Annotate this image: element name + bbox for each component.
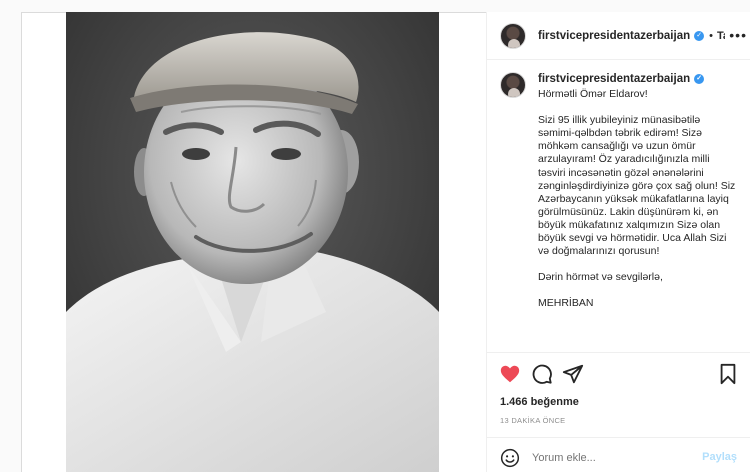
caption-paragraph: Hörmətli Ömər Eldarov! — [538, 88, 648, 101]
post-caption: firstvicepresidentazerbaijan ✓ Hörmətli Ö… — [487, 60, 750, 352]
emoji-icon[interactable] — [500, 448, 520, 468]
post-photo[interactable] — [66, 12, 439, 472]
author-username[interactable]: firstvicepresidentazerbaijan — [538, 30, 690, 42]
action-icons — [499, 363, 739, 387]
caption-paragraph: Sizi 95 illik yubileyiniz münasibətilə s… — [538, 114, 736, 258]
verified-badge-icon: ✓ — [694, 30, 705, 41]
comment-icon[interactable] — [531, 363, 553, 385]
post-timestamp[interactable]: 13 DAKİKA ÖNCE — [500, 416, 565, 425]
like-count[interactable]: 1.466 beğenme — [500, 396, 579, 408]
caption-signature: MEHRİBAN — [538, 297, 594, 310]
avatar[interactable] — [500, 22, 526, 49]
heart-icon[interactable] — [499, 363, 521, 385]
caption-body: firstvicepresidentazerbaijan ✓ Hörmətli Ö… — [538, 72, 737, 310]
separator-dot: • — [709, 29, 713, 42]
post-actions: 1.466 beğenme 13 DAKİKA ÖNCE Paylaş — [487, 352, 750, 472]
portrait-image — [66, 12, 439, 472]
caption-avatar[interactable] — [500, 72, 526, 98]
caption-paragraph: Dərin hörmət və sevgilərlə, — [538, 271, 663, 284]
post-header: firstvicepresidentazerbaijan ✓ • Ta ••• — [487, 12, 750, 60]
comment-input[interactable] — [532, 451, 692, 464]
share-icon[interactable] — [562, 363, 584, 385]
caption-username[interactable]: firstvicepresidentazerbaijan ✓ — [538, 73, 737, 86]
verified-badge-icon: ✓ — [694, 73, 705, 84]
more-options-icon[interactable]: ••• — [725, 27, 747, 43]
post-side-panel: firstvicepresidentazerbaijan ✓ • Ta ••• … — [486, 12, 750, 472]
bookmark-icon[interactable] — [717, 363, 739, 385]
post-comment-button[interactable]: Paylaş — [702, 451, 737, 463]
comment-bar: Paylaş — [487, 437, 750, 472]
caption-username-text[interactable]: firstvicepresidentazerbaijan — [538, 73, 690, 85]
